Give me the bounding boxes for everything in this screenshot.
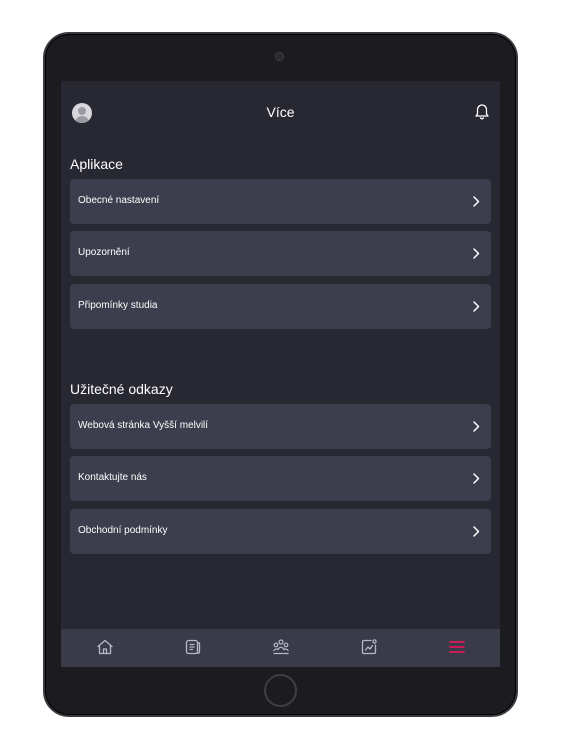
book-icon [185,639,201,655]
menu-item-contact-us[interactable]: Kontaktujte nás [70,456,491,501]
nav-community[interactable] [237,629,325,667]
menu-item-label: Obecné nastavení [78,195,160,206]
chevron-right-icon [473,473,480,484]
nav-lessons[interactable] [149,629,237,667]
progress-chart-icon [361,639,377,655]
nav-home[interactable] [61,629,149,667]
menu-item-general-settings[interactable]: Obecné nastavení [70,179,491,224]
chevron-right-icon [473,301,480,312]
nav-progress[interactable] [325,629,413,667]
home-hardware-button[interactable] [264,674,297,707]
nav-more[interactable] [413,629,500,667]
page-title: Více [266,104,295,120]
menu-item-label: Obchodní podmínky [78,525,168,536]
chevron-right-icon [473,526,480,537]
section-title-aplikace: Aplikace [70,156,123,172]
menu-item-terms[interactable]: Obchodní podmínky [70,509,491,554]
app-screen: Více Aplikace Obecné nastavení Upozorněn… [61,81,500,667]
menu-item-label: Upozornění [78,247,130,258]
bottom-nav [61,629,500,667]
chevron-right-icon [473,421,480,432]
community-icon [273,639,289,655]
top-bar: Více [61,99,500,125]
menu-item-label: Kontaktujte nás [78,472,147,483]
menu-item-notifications[interactable]: Upozornění [70,231,491,276]
home-icon [97,639,113,655]
menu-icon [449,641,465,653]
chevron-right-icon [473,196,480,207]
menu-item-label: Připomínky studia [78,300,158,311]
menu-item-study-reminders[interactable]: Připomínky studia [70,284,491,329]
chevron-right-icon [473,248,480,259]
menu-item-website[interactable]: Webová stránka Vyšší melvilí [70,404,491,449]
menu-item-label: Webová stránka Vyšší melvilí [78,420,209,431]
section-title-useful-links: Užitečné odkazy [70,381,173,397]
camera [275,52,284,61]
bell-icon[interactable] [474,103,490,121]
